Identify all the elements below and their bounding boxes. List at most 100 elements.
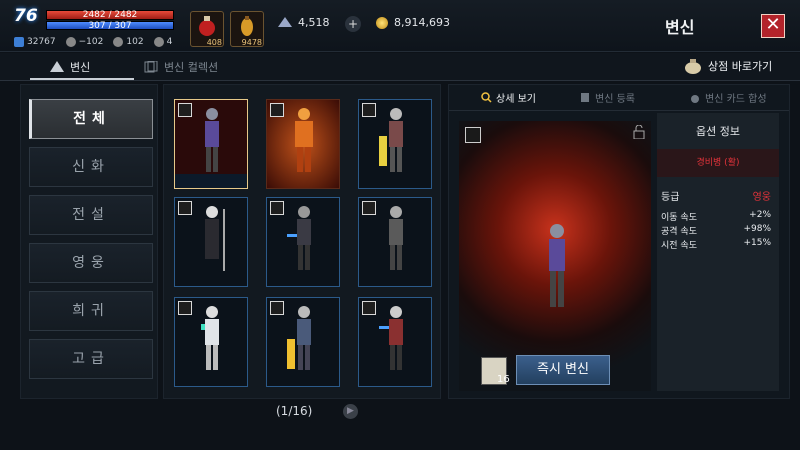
mp-bar: 307 / 307	[46, 21, 174, 31]
polymorph-card[interactable]	[174, 297, 248, 387]
option-row: 공격 속도 +98%	[661, 224, 775, 237]
stat-value: 4	[166, 37, 173, 47]
character-figure	[295, 108, 313, 172]
bow-icon	[178, 301, 192, 315]
category-mythic[interactable]: 신화	[29, 147, 153, 187]
stat-sword: 4	[153, 36, 173, 48]
grade-value: 영웅	[752, 192, 771, 203]
option-title: 옵션 정보	[696, 125, 740, 138]
character-figure	[205, 206, 225, 271]
category-advanced[interactable]: 고급	[29, 339, 153, 379]
shop-label: 상점 바로가기	[708, 60, 773, 73]
character-figure	[201, 306, 219, 370]
sword-icon	[270, 301, 284, 315]
tab-polymorph[interactable]: 변신	[50, 59, 90, 75]
top-bar: 76 2482 / 2482 307 / 307 32767 −102 102 …	[0, 0, 800, 52]
stat-value: −102	[78, 37, 104, 47]
stat-value: 102	[126, 37, 144, 47]
stat-value: 32767	[27, 37, 56, 47]
crystal-currency: 4,518	[278, 16, 330, 29]
tab-register[interactable]: 변신 등록	[579, 90, 635, 105]
money-bag-icon	[685, 59, 701, 74]
character-figure	[389, 206, 403, 270]
detail-panel: 상세 보기 변신 등록 변신 카드 합성 16 즉시 변신 옵션 정보 경비병 …	[448, 84, 790, 399]
staff-icon	[178, 201, 192, 215]
bow-icon	[178, 103, 192, 117]
character-figure	[287, 306, 311, 370]
crystal-value: 4,518	[298, 16, 330, 29]
gold-coin-icon	[376, 16, 388, 29]
grade-label: 등급	[661, 192, 680, 203]
sword-icon	[153, 37, 164, 47]
main-tabs: 변신 변신 컬렉션 상점 바로가기	[0, 53, 800, 81]
character-figure	[205, 108, 219, 172]
polymorph-name: 경비병 (활)	[696, 158, 740, 168]
polymorph-card[interactable]	[358, 99, 432, 189]
potion-icon	[691, 95, 699, 103]
stat-helmet: −102	[65, 36, 104, 48]
lock-icon	[633, 125, 645, 139]
card-plate	[175, 174, 247, 188]
mp-text: 307 / 307	[88, 21, 132, 31]
player-level: 76	[14, 6, 38, 26]
polymorph-card[interactable]	[266, 297, 340, 387]
category-legend[interactable]: 전설	[29, 195, 153, 235]
character-figure	[379, 306, 403, 370]
polymorph-card[interactable]	[266, 99, 340, 189]
page-indicator: (1/16)	[276, 404, 313, 418]
tab-label: 변신 컬렉션	[164, 61, 219, 74]
tab-card-synthesis[interactable]: 변신 카드 합성	[689, 90, 767, 105]
character-figure	[287, 206, 311, 270]
search-icon	[481, 92, 492, 103]
tab-collection[interactable]: 변신 컬렉션	[144, 59, 218, 75]
detail-tabs: 상세 보기 변신 등록 변신 카드 합성	[449, 85, 789, 111]
tab-label: 변신	[70, 61, 91, 74]
shield-blue-icon	[14, 37, 24, 47]
close-icon: ✕	[765, 14, 781, 35]
yellow-potion-icon	[241, 16, 253, 36]
yellow-potion-slot[interactable]: 9478	[230, 11, 264, 47]
category-all[interactable]: 전체	[29, 99, 153, 139]
tab-detail-view[interactable]: 상세 보기	[481, 90, 536, 105]
polymorph-card[interactable]	[174, 197, 248, 287]
red-potion-slot[interactable]: 408	[190, 11, 224, 47]
polymorph-card[interactable]	[266, 197, 340, 287]
category-rare[interactable]: 희귀	[29, 291, 153, 331]
polymorph-card[interactable]	[358, 297, 432, 387]
polymorph-card[interactable]	[358, 197, 432, 287]
boot-icon	[113, 37, 124, 47]
cards-icon	[144, 61, 158, 73]
hat-icon	[50, 61, 64, 72]
stat-boot: 102	[113, 36, 144, 48]
close-button[interactable]: ✕	[761, 14, 785, 38]
active-tab-underline	[30, 78, 134, 80]
tab-label: 변신 등록	[595, 94, 635, 105]
bow-icon	[362, 201, 376, 215]
shop-shortcut-button[interactable]: 상점 바로가기	[683, 58, 772, 74]
bow-icon	[465, 127, 481, 143]
character-figure	[379, 108, 403, 172]
polymorph-grid	[163, 84, 441, 399]
category-hero[interactable]: 영웅	[29, 243, 153, 283]
helmet-icon	[65, 37, 76, 47]
gold-currency: 8,914,693	[376, 16, 450, 29]
instant-polymorph-button[interactable]: 즉시 변신	[516, 355, 610, 385]
preview-character-figure	[549, 224, 565, 307]
stat-defense: 32767	[14, 36, 56, 48]
option-grade-row: 등급 영웅	[661, 188, 775, 203]
potion-count: 408	[206, 38, 222, 47]
window-title: 변신	[665, 18, 695, 37]
tab-label: 상세 보기	[496, 94, 536, 105]
add-currency-button[interactable]: +	[345, 16, 361, 32]
crystal-icon	[278, 16, 292, 27]
register-icon	[581, 93, 589, 102]
red-potion-icon	[199, 16, 215, 36]
hp-bar: 2482 / 2482	[46, 10, 174, 20]
sword-icon	[270, 201, 284, 215]
scroll-count: 16	[497, 374, 510, 385]
option-value: +2%	[749, 210, 771, 220]
gold-value: 8,914,693	[394, 16, 450, 29]
polymorph-card[interactable]	[174, 99, 248, 189]
option-value: +15%	[743, 238, 771, 248]
next-page-button[interactable]: ▶	[343, 404, 358, 419]
